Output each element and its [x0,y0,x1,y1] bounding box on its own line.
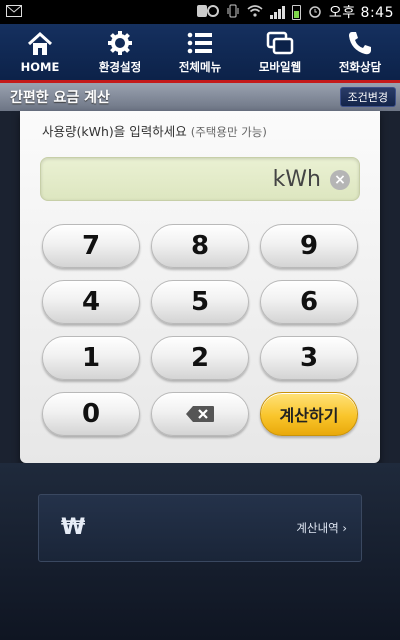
key-6[interactable]: 6 [260,280,358,324]
nav-settings-label: 환경설정 [98,59,142,74]
nav-all-menu[interactable]: 전체메뉴 [160,24,240,80]
key-1[interactable]: 1 [42,336,140,380]
key-5[interactable]: 5 [151,280,249,324]
menu-list-icon [187,32,212,53]
phone-icon [349,31,371,54]
usage-input[interactable]: kWh × [40,157,360,201]
won-symbol: ₩ [61,515,86,540]
status-time: 오후 8:45 [328,5,394,21]
nav-home-label: HOME [20,59,60,74]
backspace-button[interactable] [151,392,249,436]
backspace-icon [186,406,214,422]
calculator-panel: 사용량(kWh)을 입력하세요 (주택용만 가능) kWh × 7 8 9 4 … [20,111,380,463]
key-9[interactable]: 9 [260,224,358,268]
key-4[interactable]: 4 [42,280,140,324]
windows-icon [266,31,294,54]
signal-icon [269,5,285,19]
nav-home[interactable]: HOME [0,24,80,80]
change-condition-button[interactable]: 조건변경 [339,87,396,107]
mail-icon [6,4,22,20]
key-8[interactable]: 8 [151,224,249,268]
vibrate-icon [226,4,240,21]
wifi-icon [247,4,263,20]
app-notification-icon [196,4,219,21]
nav-all-menu-label: 전체메뉴 [178,59,222,74]
nav-mobile-web-label: 모바일웹 [258,59,302,74]
nav-mobile-web[interactable]: 모바일웹 [240,24,320,80]
calculate-button[interactable]: 계산하기 [260,392,358,436]
key-3[interactable]: 3 [260,336,358,380]
nav-phone-consult-label: 전화상담 [338,59,382,74]
home-icon [27,31,53,55]
title-bar: 간편한 요금 계산 조건변경 [0,83,400,111]
top-nav: HOME 환경설정 전체메뉴 모바일웹 전화상담 [0,24,400,80]
battery-icon [291,4,301,20]
status-bar: 오후 8:45 [0,0,400,24]
alarm-icon [308,4,322,21]
nav-phone-consult[interactable]: 전화상담 [320,24,400,80]
gear-icon [108,30,132,55]
result-box: ₩ 계산내역 › [38,494,362,562]
clear-input-icon[interactable]: × [330,170,350,190]
instruction-text: 사용량(kWh)을 입력하세요 (주택용만 가능) [42,121,267,140]
key-0[interactable]: 0 [42,392,140,436]
instruction-main: 사용량(kWh)을 입력하세요 [42,124,187,139]
key-2[interactable]: 2 [151,336,249,380]
page-title: 간편한 요금 계산 [10,90,110,106]
unit-label: kWh [272,167,321,192]
nav-settings[interactable]: 환경설정 [80,24,160,80]
instruction-note: (주택용만 가능) [190,125,267,139]
calculation-history-link[interactable]: 계산내역 › [296,520,347,536]
key-7[interactable]: 7 [42,224,140,268]
